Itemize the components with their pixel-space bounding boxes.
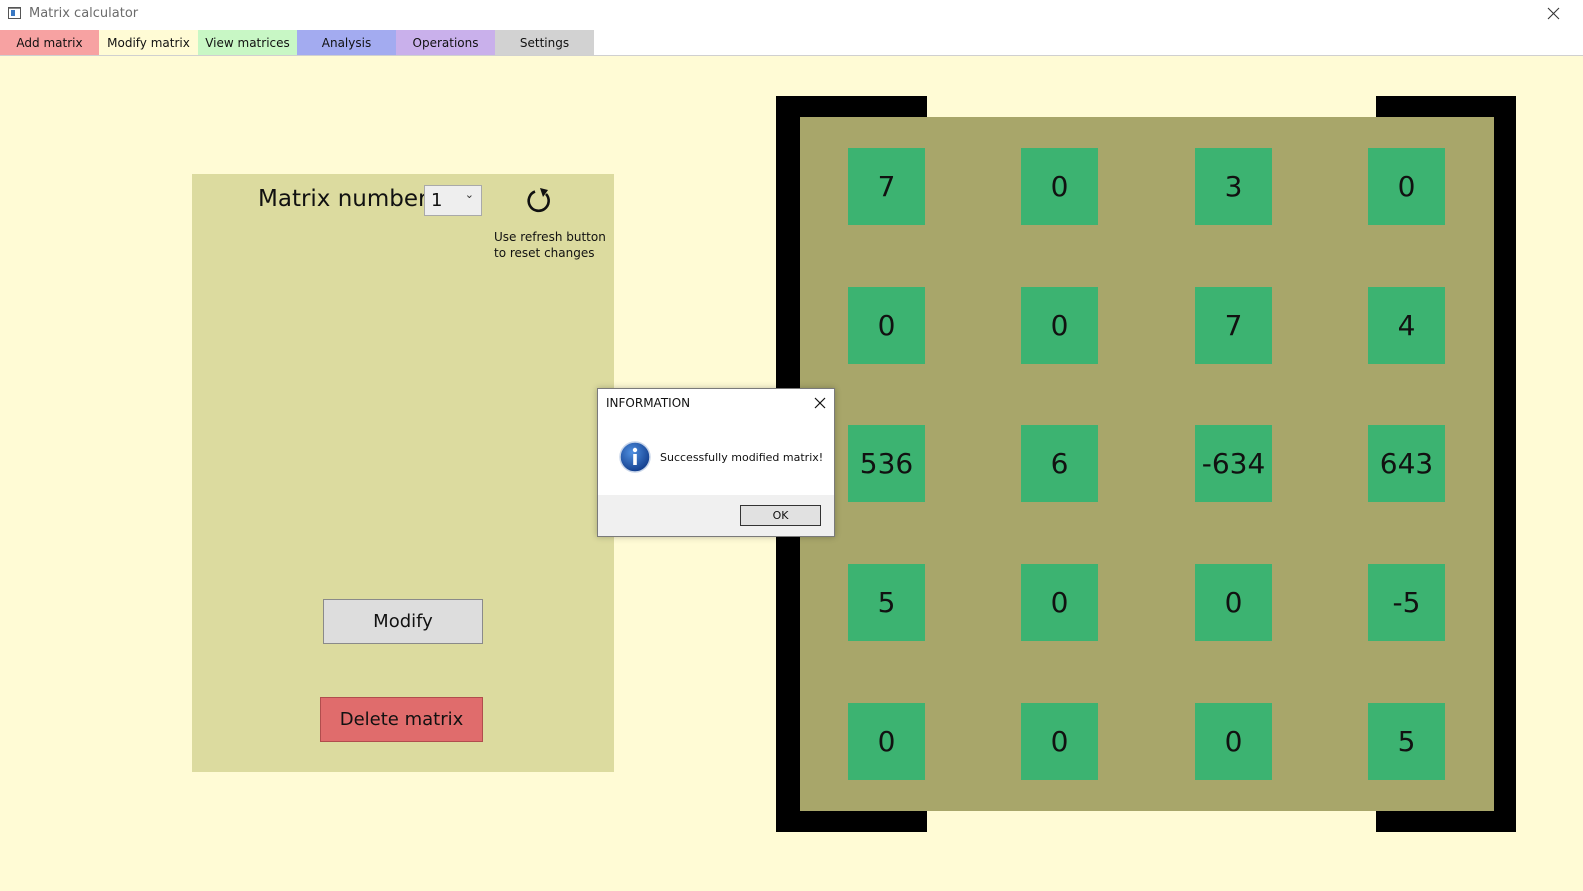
- tab-analysis[interactable]: Analysis: [297, 30, 396, 56]
- dialog-title: INFORMATION: [606, 396, 691, 410]
- tab-operations[interactable]: Operations: [396, 30, 495, 56]
- matrix-cell[interactable]: 0: [848, 703, 925, 780]
- matrix-cell[interactable]: 0: [1021, 287, 1098, 364]
- right-bracket-bottom: [1376, 811, 1516, 832]
- tab-add-matrix[interactable]: Add matrix: [0, 30, 99, 56]
- close-icon: [814, 397, 826, 409]
- matrix-cell[interactable]: 0: [848, 287, 925, 364]
- close-icon: [1547, 7, 1560, 20]
- matrix-number-label: Matrix number:: [258, 186, 435, 212]
- dialog-footer: OK: [598, 495, 834, 536]
- matrix-cell[interactable]: 0: [1195, 703, 1272, 780]
- tab-view-matrices[interactable]: View matrices: [198, 30, 297, 56]
- ok-button[interactable]: OK: [740, 505, 821, 526]
- matrix-cell[interactable]: 0: [1368, 148, 1445, 225]
- matrix-controls-panel: Matrix number: 1 ⌄ Use refresh button to…: [192, 174, 614, 772]
- tab-modify-matrix[interactable]: Modify matrix: [99, 30, 198, 56]
- matrix-cell[interactable]: 6: [1021, 425, 1098, 502]
- matrix-cell[interactable]: 0: [1021, 703, 1098, 780]
- matrix-cell[interactable]: 536: [848, 425, 925, 502]
- matrix-cell[interactable]: 4: [1368, 287, 1445, 364]
- chevron-down-icon: ⌄: [464, 188, 474, 201]
- matrix-cell[interactable]: 0: [1195, 564, 1272, 641]
- matrix-cell[interactable]: 3: [1195, 148, 1272, 225]
- refresh-icon: [527, 188, 550, 213]
- left-bracket-top: [776, 96, 927, 117]
- info-icon: [619, 441, 651, 473]
- window-title: Matrix calculator: [29, 6, 139, 21]
- matrix-cell[interactable]: 5: [848, 564, 925, 641]
- matrix-cell[interactable]: 643: [1368, 425, 1445, 502]
- matrix-cell[interactable]: -634: [1195, 425, 1272, 502]
- information-dialog: INFORMATION Successfully modified matrix…: [597, 388, 835, 537]
- matrix-number-select[interactable]: 1 ⌄: [424, 185, 482, 216]
- matrix-number-value: 1: [431, 190, 443, 211]
- delete-matrix-button[interactable]: Delete matrix: [320, 697, 483, 742]
- matrix-grid: 7 0 3 0 0 0 7 4 536 6 -634 643 5 0 0 -5 0 0 0 5: [800, 117, 1494, 811]
- dialog-close-button[interactable]: [812, 395, 828, 411]
- refresh-hint: Use refresh button to reset changes: [494, 229, 614, 261]
- matrix-cell[interactable]: 7: [1195, 287, 1272, 364]
- refresh-hint-line1: Use refresh button: [494, 230, 606, 244]
- tab-bar: Add matrix Modify matrix View matrices A…: [0, 30, 1583, 56]
- matrix-cell[interactable]: -5: [1368, 564, 1445, 641]
- matrix-cell[interactable]: 0: [1021, 148, 1098, 225]
- tab-settings[interactable]: Settings: [495, 30, 594, 56]
- refresh-button[interactable]: [524, 185, 554, 215]
- modify-button[interactable]: Modify: [323, 599, 483, 644]
- matrix-cell[interactable]: 7: [848, 148, 925, 225]
- matrix-cell[interactable]: 5: [1368, 703, 1445, 780]
- window-close-button[interactable]: [1542, 3, 1564, 25]
- title-bar: Matrix calculator: [0, 0, 1583, 28]
- right-bracket: [1494, 96, 1516, 832]
- app-icon: [8, 7, 21, 19]
- dialog-message: Successfully modified matrix!: [660, 451, 824, 464]
- left-bracket-bottom: [776, 811, 927, 832]
- refresh-hint-line2: to reset changes: [494, 246, 595, 260]
- matrix-cell[interactable]: 0: [1021, 564, 1098, 641]
- right-bracket-top: [1376, 96, 1516, 117]
